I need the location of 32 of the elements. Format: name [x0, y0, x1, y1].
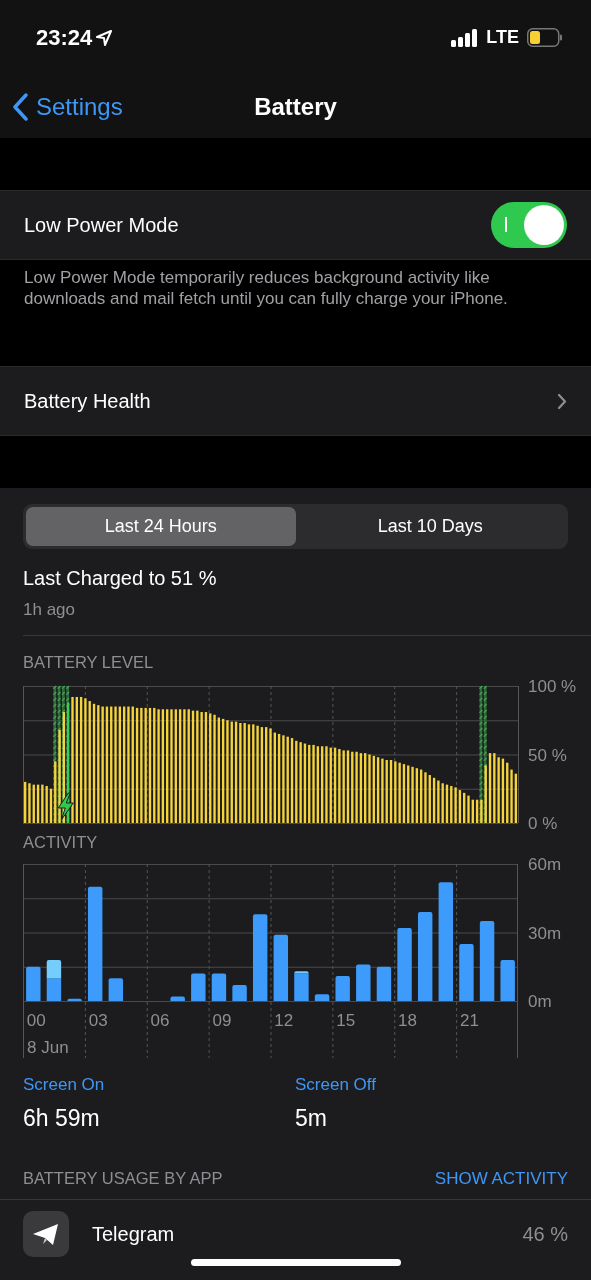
stat-label: Screen Off	[295, 1073, 377, 1096]
last-charged-text: Last Charged to 51 %	[23, 566, 218, 591]
app-name: Telegram	[92, 1222, 175, 1247]
stat-label: Screen On	[23, 1073, 106, 1096]
stat-value: 6h 59m	[23, 1104, 101, 1133]
axis-label: 18	[398, 1010, 417, 1030]
axis-label: 60m	[528, 854, 562, 874]
page-title: Battery	[254, 93, 337, 120]
network-label: LTE	[486, 26, 519, 49]
setting-label: Battery Health	[24, 389, 151, 414]
last-charged-time: 1h ago	[23, 599, 76, 621]
axis-label: 0m	[528, 991, 552, 1011]
setting-label: Low Power Mode	[24, 213, 179, 238]
chart-heading: ACTIVITY	[22, 831, 99, 852]
footnote-text: Low Power Mode temporarily reduces background activity like downloads and mail fetch until you can fully charge your iPhone.	[24, 268, 508, 308]
status-time: 23:24	[36, 24, 93, 52]
axis-label: 06	[150, 1010, 170, 1030]
axis-label: 30m	[528, 923, 562, 942]
axis-label: 21	[460, 1010, 479, 1030]
axis-label: 09	[212, 1010, 232, 1030]
axis-label: 0 %	[528, 813, 558, 832]
axis-label: 12	[274, 1010, 294, 1030]
section-heading: BATTERY USAGE BY APP	[23, 1167, 223, 1189]
stat-value: 5m	[295, 1104, 328, 1133]
date-label: 8 Jun	[27, 1037, 69, 1057]
axis-label: 100 %	[528, 676, 577, 696]
axis-label: 00	[26, 1010, 46, 1030]
chart-heading: BATTERY LEVEL	[22, 651, 155, 672]
axis-label: 03	[88, 1010, 108, 1030]
axis-label: 15	[336, 1010, 356, 1030]
app-percent: 46 %	[522, 1222, 568, 1247]
axis-label: 50 %	[528, 745, 567, 764]
